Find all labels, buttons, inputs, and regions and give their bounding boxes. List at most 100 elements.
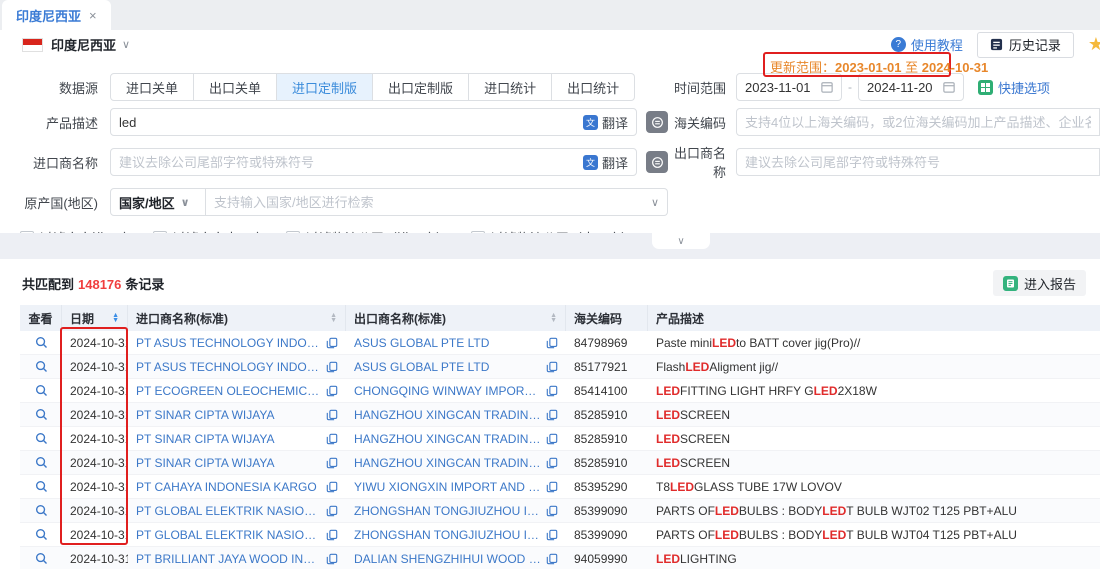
copy-icon[interactable] xyxy=(326,433,338,445)
tab-export-stats[interactable]: 出口统计 xyxy=(552,73,635,101)
view-cell[interactable] xyxy=(20,379,62,402)
copy-icon[interactable] xyxy=(546,385,558,397)
copy-icon[interactable] xyxy=(326,529,338,541)
importer-cell[interactable]: PT GLOBAL ELEKTRIK NASIONAL xyxy=(128,499,346,522)
importer-name[interactable]: PT SINAR CIPTA WIJAYA xyxy=(136,456,322,470)
view-cell[interactable] xyxy=(20,451,62,474)
history-button[interactable]: 历史记录 xyxy=(977,32,1074,58)
exporter-cell[interactable]: HANGZHOU XINGCAN TRADING CO LTD xyxy=(346,403,566,426)
exporter-name[interactable]: DALIAN SHENGZHIHUI WOOD INDUST... xyxy=(354,552,542,566)
quick-options-button[interactable]: 快捷选项 xyxy=(978,78,1050,97)
chevron-down-icon[interactable]: ∨ xyxy=(122,38,130,51)
view-cell[interactable] xyxy=(20,499,62,522)
copy-icon[interactable] xyxy=(546,409,558,421)
sort-icon[interactable]: ▲▼ xyxy=(112,313,119,323)
copy-icon[interactable] xyxy=(546,529,558,541)
copy-icon[interactable] xyxy=(546,481,558,493)
hs-code-input[interactable] xyxy=(736,108,1100,136)
sort-icon[interactable]: ▲▼ xyxy=(550,313,557,323)
product-desc-input[interactable]: 文 翻译 xyxy=(110,108,637,136)
search-icon[interactable] xyxy=(28,456,54,469)
importer-name[interactable]: PT ASUS TECHNOLOGY INDONESIA BA... xyxy=(136,360,322,374)
importer-name[interactable]: PT CAHAYA INDONESIA KARGO xyxy=(136,480,322,494)
view-cell[interactable] xyxy=(20,355,62,378)
exporter-name[interactable]: ZHONGSHAN TONGJIUZHOU INTERNA... xyxy=(354,504,542,518)
start-date-value[interactable] xyxy=(745,80,817,95)
view-cell[interactable] xyxy=(20,403,62,426)
copy-icon[interactable] xyxy=(326,505,338,517)
copy-icon[interactable] xyxy=(546,337,558,349)
importer-name[interactable]: PT GLOBAL ELEKTRIK NASIONAL xyxy=(136,528,322,542)
search-icon[interactable] xyxy=(28,360,54,373)
copy-icon[interactable] xyxy=(546,457,558,469)
close-icon[interactable]: × xyxy=(89,8,97,23)
copy-icon[interactable] xyxy=(326,337,338,349)
product-desc-value[interactable] xyxy=(119,115,583,130)
exporter-cell[interactable]: YIWU XIONGXIN IMPORT AND EXPORT... xyxy=(346,475,566,498)
end-date-value[interactable] xyxy=(867,80,939,95)
exporter-name[interactable]: ZHONGSHAN TONGJIUZHOU INTERNA... xyxy=(354,528,542,542)
importer-cell[interactable]: PT SINAR CIPTA WIJAYA xyxy=(128,403,346,426)
exporter-cell[interactable]: ASUS GLOBAL PTE LTD xyxy=(346,331,566,354)
end-date-input[interactable] xyxy=(858,73,964,101)
exporter-cell[interactable]: ASUS GLOBAL PTE LTD xyxy=(346,355,566,378)
column-header-date[interactable]: 日期▲▼ xyxy=(62,305,128,331)
tab-export-custom[interactable]: 出口定制版 xyxy=(373,73,469,101)
exporter-cell[interactable]: HANGZHOU XINGCAN TRADING CO LTD xyxy=(346,427,566,450)
search-icon[interactable] xyxy=(28,384,54,397)
tab-import-stats[interactable]: 进口统计 xyxy=(469,73,552,101)
importer-cell[interactable]: PT CAHAYA INDONESIA KARGO xyxy=(128,475,346,498)
search-icon[interactable] xyxy=(28,432,54,445)
copy-icon[interactable] xyxy=(546,361,558,373)
view-cell[interactable] xyxy=(20,331,62,354)
translate-button[interactable]: 文 翻译 xyxy=(583,153,628,172)
exporter-name[interactable]: ASUS GLOBAL PTE LTD xyxy=(354,360,542,374)
search-icon[interactable] xyxy=(28,480,54,493)
copy-icon[interactable] xyxy=(546,505,558,517)
importer-input[interactable]: 文 翻译 xyxy=(110,148,637,176)
copy-icon[interactable] xyxy=(546,433,558,445)
exporter-cell[interactable]: DALIAN SHENGZHIHUI WOOD INDUST... xyxy=(346,547,566,569)
importer-cell[interactable]: PT ECOGREEN OLEOCHEMICALS xyxy=(128,379,346,402)
exporter-name[interactable]: HANGZHOU XINGCAN TRADING CO LTD xyxy=(354,456,542,470)
search-history-icon[interactable] xyxy=(646,111,668,133)
origin-search-input[interactable]: ∨ xyxy=(206,188,668,216)
copy-icon[interactable] xyxy=(326,385,338,397)
exporter-input[interactable] xyxy=(736,148,1100,176)
exporter-name[interactable]: ASUS GLOBAL PTE LTD xyxy=(354,336,542,350)
search-icon[interactable] xyxy=(28,504,54,517)
importer-value[interactable] xyxy=(119,155,583,170)
favorite-star-icon[interactable]: ★ xyxy=(1088,34,1100,55)
copy-icon[interactable] xyxy=(546,553,558,565)
importer-cell[interactable]: PT BRILLIANT JAYA WOOD INDUSTRY xyxy=(128,547,346,569)
view-cell[interactable] xyxy=(20,475,62,498)
search-icon[interactable] xyxy=(28,528,54,541)
collapse-form-button[interactable]: ∨ xyxy=(652,233,710,249)
sort-icon[interactable]: ▲▼ xyxy=(330,313,337,323)
importer-cell[interactable]: PT ASUS TECHNOLOGY INDONESIA BA... xyxy=(128,331,346,354)
search-icon[interactable] xyxy=(28,336,54,349)
copy-icon[interactable] xyxy=(326,361,338,373)
importer-cell[interactable]: PT ASUS TECHNOLOGY INDONESIA BA... xyxy=(128,355,346,378)
hs-code-value[interactable] xyxy=(745,115,1091,130)
importer-name[interactable]: PT GLOBAL ELEKTRIK NASIONAL xyxy=(136,504,322,518)
importer-name[interactable]: PT BRILLIANT JAYA WOOD INDUSTRY xyxy=(136,552,322,566)
tutorial-link[interactable]: ? 使用教程 xyxy=(891,35,963,54)
exporter-name[interactable]: HANGZHOU XINGCAN TRADING CO LTD xyxy=(354,432,542,446)
importer-cell[interactable]: PT SINAR CIPTA WIJAYA xyxy=(128,451,346,474)
tab-import-declaration[interactable]: 进口关单 xyxy=(110,73,194,101)
exporter-cell[interactable]: ZHONGSHAN TONGJIUZHOU INTERNA... xyxy=(346,499,566,522)
exporter-cell[interactable]: HANGZHOU XINGCAN TRADING CO LTD xyxy=(346,451,566,474)
view-cell[interactable] xyxy=(20,427,62,450)
exporter-name[interactable]: CHONGQING WINWAY IMPORT AND E... xyxy=(354,384,542,398)
importer-name[interactable]: PT SINAR CIPTA WIJAYA xyxy=(136,408,322,422)
view-cell[interactable] xyxy=(20,523,62,546)
column-header-importer[interactable]: 进口商名称(标准)▲▼ xyxy=(128,305,346,331)
search-icon[interactable] xyxy=(28,408,54,421)
copy-icon[interactable] xyxy=(326,481,338,493)
copy-icon[interactable] xyxy=(326,409,338,421)
tab-export-declaration[interactable]: 出口关单 xyxy=(194,73,277,101)
importer-name[interactable]: PT SINAR CIPTA WIJAYA xyxy=(136,432,322,446)
exporter-name[interactable]: YIWU XIONGXIN IMPORT AND EXPORT... xyxy=(354,480,542,494)
enter-report-button[interactable]: 进入报告 xyxy=(993,270,1086,296)
